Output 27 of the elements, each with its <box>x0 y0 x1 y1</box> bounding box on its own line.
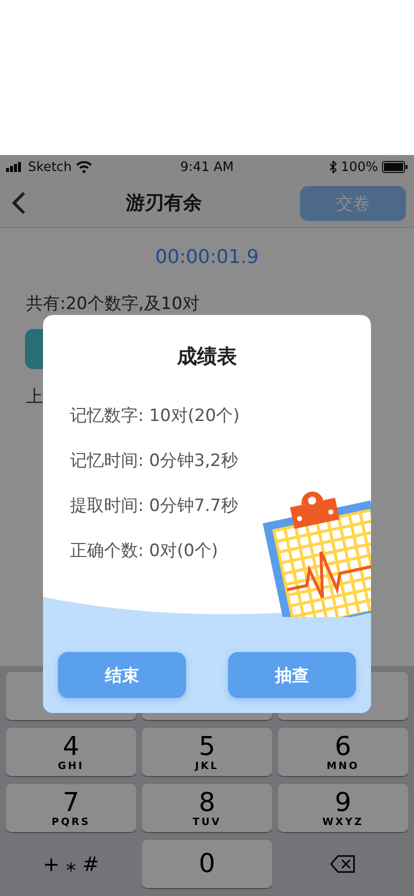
summary-text: 共有:20个数字,及10对 <box>26 293 200 315</box>
keypad-key[interactable]: 0 <box>142 840 272 888</box>
page-title: 游刃有余 <box>126 191 202 216</box>
status-time: 9:41 AM <box>179 160 235 174</box>
battery-percent: 100% <box>340 160 378 174</box>
keypad-key[interactable]: 7 PQRS <box>6 784 136 832</box>
partial-text: 上 <box>26 386 43 408</box>
keypad-key[interactable]: 8 TUV <box>142 784 272 832</box>
symbols-key[interactable]: + ⁎ # <box>6 840 136 888</box>
battery-icon <box>382 161 408 173</box>
timer-text: 00:00:01.9 <box>154 246 260 268</box>
result-line: 记忆时间: 0分钟3,2秒 <box>70 450 238 472</box>
backspace-icon <box>330 855 356 873</box>
wifi-icon <box>76 161 92 173</box>
keypad-key[interactable]: 9 WXYZ <box>278 784 408 832</box>
result-line: 正确个数: 0对(0个) <box>70 540 218 562</box>
keypad-key[interactable]: 5 JKL <box>142 728 272 776</box>
keypad-key[interactable]: 4 GHI <box>6 728 136 776</box>
carrier-label: Sketch <box>28 160 72 174</box>
result-line: 提取时间: 0分钟7.7秒 <box>70 495 238 517</box>
bluetooth-icon <box>328 161 337 173</box>
back-icon[interactable] <box>10 191 28 215</box>
dialog-title: 成绩表 <box>176 343 238 370</box>
keypad-key[interactable]: 6 MNO <box>278 728 408 776</box>
clipboard-clip <box>290 492 340 529</box>
signal-icon <box>6 162 24 172</box>
result-line: 记忆数字: 10对(20个) <box>70 405 240 427</box>
